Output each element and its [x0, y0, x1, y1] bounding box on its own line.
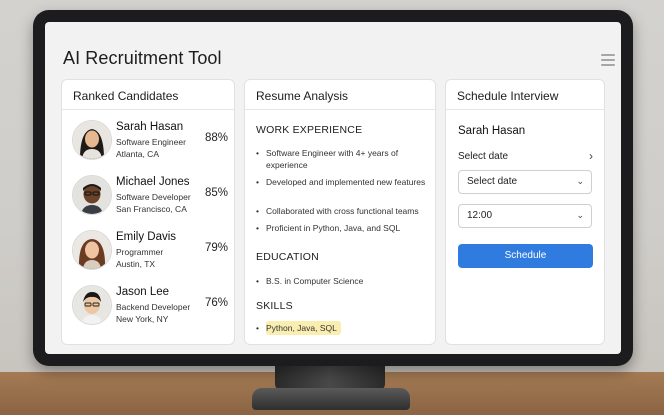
education-item-text: B.S. in Computer Science: [266, 276, 364, 286]
ranked-candidates-panel: Ranked Candidates Sarah Hasan Software E…: [61, 79, 235, 345]
work-item-text: Proficient in Python, Java, and SQL: [266, 223, 401, 233]
interview-candidate-name: Sarah Hasan: [458, 125, 526, 137]
candidate-row-michael-jones[interactable]: Michael Jones Software Developer San Fra…: [72, 175, 228, 217]
work-item-text: Software Engineer with 4+ years of exper…: [266, 148, 399, 170]
candidate-row-emily-davis[interactable]: Emily Davis Programmer Austin, TX 79%: [72, 230, 228, 272]
candidate-location: New York, NY: [116, 314, 169, 324]
candidate-score: 88%: [204, 132, 228, 144]
work-item: • Software Engineer with 4+ years of expe…: [256, 147, 432, 171]
monitor: AI Recruitment Tool Ranked Candidates Sa…: [33, 10, 633, 366]
candidate-name: Jason Lee: [116, 286, 170, 298]
date-select-value: Select date: [467, 176, 518, 187]
candidate-score: 85%: [204, 187, 228, 199]
avatar: [72, 120, 112, 160]
resume-analysis-panel: Resume Analysis WORK EXPERIENCE • Softwar…: [244, 79, 436, 345]
education-item: • B.S. in Computer Science: [256, 275, 432, 287]
candidate-row-jason-lee[interactable]: Jason Lee Backend Developer New York, NY…: [72, 285, 228, 327]
skills-item: • Python, Java, SQL: [256, 321, 432, 335]
work-item: • Proficient in Python, Java, and SQL: [256, 222, 432, 234]
skills-highlight: Python, Java, SQL: [266, 321, 341, 335]
candidate-location: Austin, TX: [116, 259, 156, 269]
schedule-interview-panel: Schedule Interview Sarah Hasan Select da…: [445, 79, 605, 345]
monitor-stand-base: [252, 388, 410, 410]
education-heading: EDUCATION: [256, 251, 319, 263]
panel-title: Schedule Interview: [446, 80, 604, 110]
candidate-row-sarah-hasan[interactable]: Sarah Hasan Software Engineer Atlanta, C…: [72, 120, 228, 162]
chevron-right-icon[interactable]: ›: [589, 149, 593, 163]
candidate-score: 76%: [204, 297, 228, 309]
chevron-down-icon: ⌄: [576, 210, 584, 220]
schedule-button[interactable]: Schedule: [458, 244, 593, 268]
app-title: AI Recruitment Tool: [63, 48, 222, 68]
select-date-label[interactable]: Select date: [458, 151, 508, 162]
work-experience-heading: WORK EXPERIENCE: [256, 124, 363, 136]
chevron-down-icon: ⌄: [576, 176, 584, 186]
avatar: [72, 230, 112, 270]
candidate-role: Programmer: [116, 247, 164, 257]
time-select[interactable]: 12:00 ⌄: [458, 204, 592, 228]
panel-title: Resume Analysis: [245, 80, 435, 110]
candidate-location: San Francisco, CA: [116, 204, 187, 214]
candidate-role: Software Engineer: [116, 137, 186, 147]
time-select-value: 12:00: [467, 210, 493, 221]
work-item: • Collaborated with cross functional team…: [256, 205, 432, 217]
candidate-role: Software Developer: [116, 192, 191, 202]
candidate-name: Sarah Hasan: [116, 121, 184, 133]
date-select[interactable]: Select date ⌄: [458, 170, 592, 194]
candidate-score: 79%: [204, 242, 228, 254]
panel-title: Ranked Candidates: [62, 80, 234, 110]
candidate-location: Atlanta, CA: [116, 149, 159, 159]
avatar: [72, 285, 112, 325]
work-item: • Developed and implemented new features: [256, 176, 432, 188]
app-screen: AI Recruitment Tool Ranked Candidates Sa…: [45, 22, 621, 354]
work-item-text: Developed and implemented new features: [266, 177, 426, 187]
work-item-text: Collaborated with cross functional teams: [266, 206, 419, 216]
candidate-name: Emily Davis: [116, 231, 177, 243]
hamburger-icon[interactable]: [601, 54, 615, 66]
candidate-role: Backend Developer: [116, 302, 191, 312]
skills-heading: SKILLS: [256, 300, 293, 312]
candidate-name: Michael Jones: [116, 176, 190, 188]
avatar: [72, 175, 112, 215]
